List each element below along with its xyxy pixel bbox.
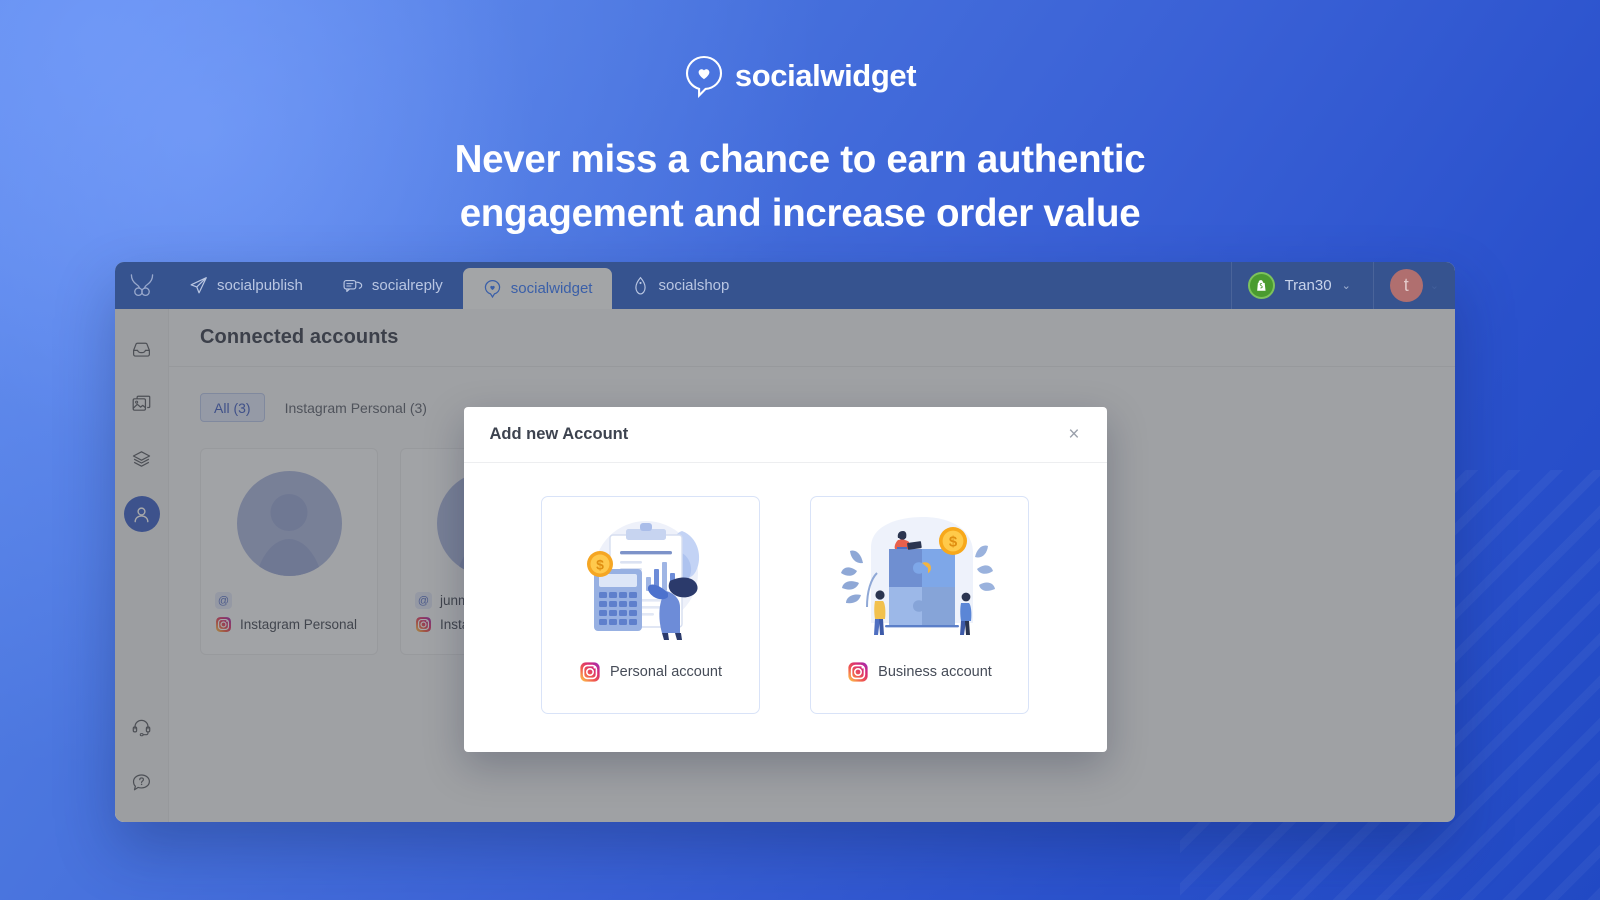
app-window: socialpublish socialreply socialwidget s… [115,262,1455,822]
nav-tab-socialpublish[interactable]: socialpublish [169,262,323,309]
option-personal-account[interactable]: $ Personal account [541,496,760,714]
modal-overlay: Add new Account × $ Personal account $ B… [115,309,1455,822]
option-label-row: Business account [847,661,992,683]
chevron-down-icon: ⌄ [1341,280,1351,292]
page-headline: Never miss a chance to earn authentic en… [454,138,1146,235]
nav-tab-list: socialpublish socialreply socialwidget s… [169,262,749,309]
instagram-icon [579,661,601,683]
hero-section: socialwidget Never miss a chance to earn… [0,0,1600,240]
paper-plane-icon [190,277,207,294]
instagram-icon [847,661,869,683]
svg-text:$: $ [949,534,958,551]
avatar: t [1389,269,1423,302]
price-tag-icon [635,276,647,295]
svg-text:$: $ [596,557,604,573]
modal-title: Add new Account [489,425,629,443]
user-menu[interactable]: t ⌄ [1372,262,1455,309]
option-label-row: Personal account [579,661,722,683]
nav-tab-label: socialpublish [217,277,303,294]
modal-header: Add new Account × [463,407,1107,463]
chevron-down-icon: ⌄ [1429,280,1439,292]
puzzle-pieces-team-illustration: $ [841,517,995,635]
store-selector[interactable]: Tran30 ⌄ [1230,262,1373,309]
app-body: Connected accounts All (3) Instagram Per… [115,309,1455,822]
option-business-account[interactable]: $ Business account [810,496,1029,714]
antler-logo-icon[interactable] [115,262,169,309]
brand-lockup: socialwidget [0,53,1600,99]
chat-bubbles-icon [343,279,363,292]
nav-right-group: Tran30 ⌄ t ⌄ [1230,262,1455,309]
nav-tab-socialwidget[interactable]: socialwidget [462,268,613,309]
nav-tab-socialshop[interactable]: socialshop [612,262,749,309]
nav-tab-socialreply[interactable]: socialreply [323,262,463,309]
option-label: Business account [878,664,992,680]
add-account-modal: Add new Account × $ Personal account $ B… [463,407,1107,752]
shopify-bag-icon [1247,272,1275,299]
store-name: Tran30 [1284,277,1332,294]
close-icon[interactable]: × [1068,425,1079,444]
brand-name: socialwidget [734,58,917,93]
clipboard-calculator-coin-illustration: $ [587,521,700,640]
nav-tab-label: socialreply [371,277,443,294]
nav-tab-label: socialwidget [510,280,593,297]
speech-bubble-heart-icon [684,54,724,99]
nav-tab-label: socialshop [658,277,730,294]
modal-body: $ Personal account $ Business account [464,463,1107,752]
app-top-nav: socialpublish socialreply socialwidget s… [115,262,1455,309]
pin-heart-icon [484,279,500,298]
option-label: Personal account [609,664,723,680]
